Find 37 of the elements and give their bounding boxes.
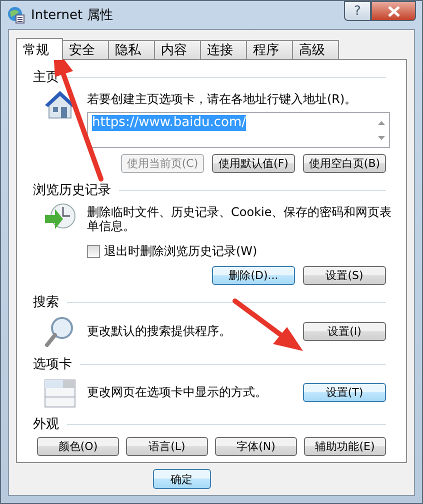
down-arrow-icon — [378, 136, 384, 140]
action-button[interactable]: 语言(L) — [126, 437, 208, 456]
action-button[interactable]: 辅助功能(E) — [304, 437, 386, 456]
help-button[interactable]: ? — [344, 1, 371, 21]
section-heading: 搜索 — [33, 294, 59, 311]
close-button[interactable] — [371, 1, 416, 21]
action-button[interactable]: 设置(S) — [303, 266, 386, 285]
settings-button[interactable]: 设置(I) — [303, 322, 386, 340]
ok-button[interactable]: 确定 — [152, 469, 210, 489]
globe-icon — [7, 6, 25, 24]
tab[interactable]: 安全 — [62, 40, 109, 59]
tab[interactable]: 常规 — [16, 38, 63, 60]
action-button[interactable]: 使用空白页(B) — [303, 154, 386, 173]
description: 若要创建主页选项卡，请在各地址行键入地址(R)。 — [87, 91, 358, 106]
description: 删除临时文件、历史记录、Cookie、保存的密码和网页表单信息。 — [87, 204, 392, 233]
tab[interactable]: 程序 — [246, 40, 293, 59]
tab[interactable]: 内容 — [154, 40, 201, 59]
checkbox[interactable] — [87, 245, 100, 258]
action-button[interactable]: 使用默认值(F) — [212, 154, 295, 173]
description: 更改网页在选项卡中显示的方式。 — [87, 385, 268, 399]
checkbox-label: 退出时删除浏览历史记录(W) — [104, 243, 258, 260]
tab[interactable]: 高级 — [292, 40, 339, 59]
window-title: Internet 属性 — [31, 7, 113, 24]
tabbed-window-icon — [43, 377, 77, 409]
settings-button[interactable]: 设置(T) — [303, 382, 386, 402]
section-heading: 浏览历史记录 — [33, 182, 111, 199]
section-heading: 外观 — [33, 416, 59, 433]
section-heading: 选项卡 — [33, 356, 72, 373]
action-button[interactable]: 字体(N) — [215, 437, 297, 456]
up-arrow-icon — [378, 120, 384, 124]
description: 更改默认的搜索提供程序。 — [87, 324, 232, 338]
close-icon — [388, 6, 400, 16]
annotation-arrow — [232, 298, 303, 351]
action-button[interactable]: 颜色(O) — [37, 437, 119, 456]
tab[interactable]: 连接 — [200, 40, 247, 59]
tab[interactable]: 隐私 — [108, 40, 155, 59]
action-button[interactable]: 删除(D)... — [212, 266, 295, 285]
